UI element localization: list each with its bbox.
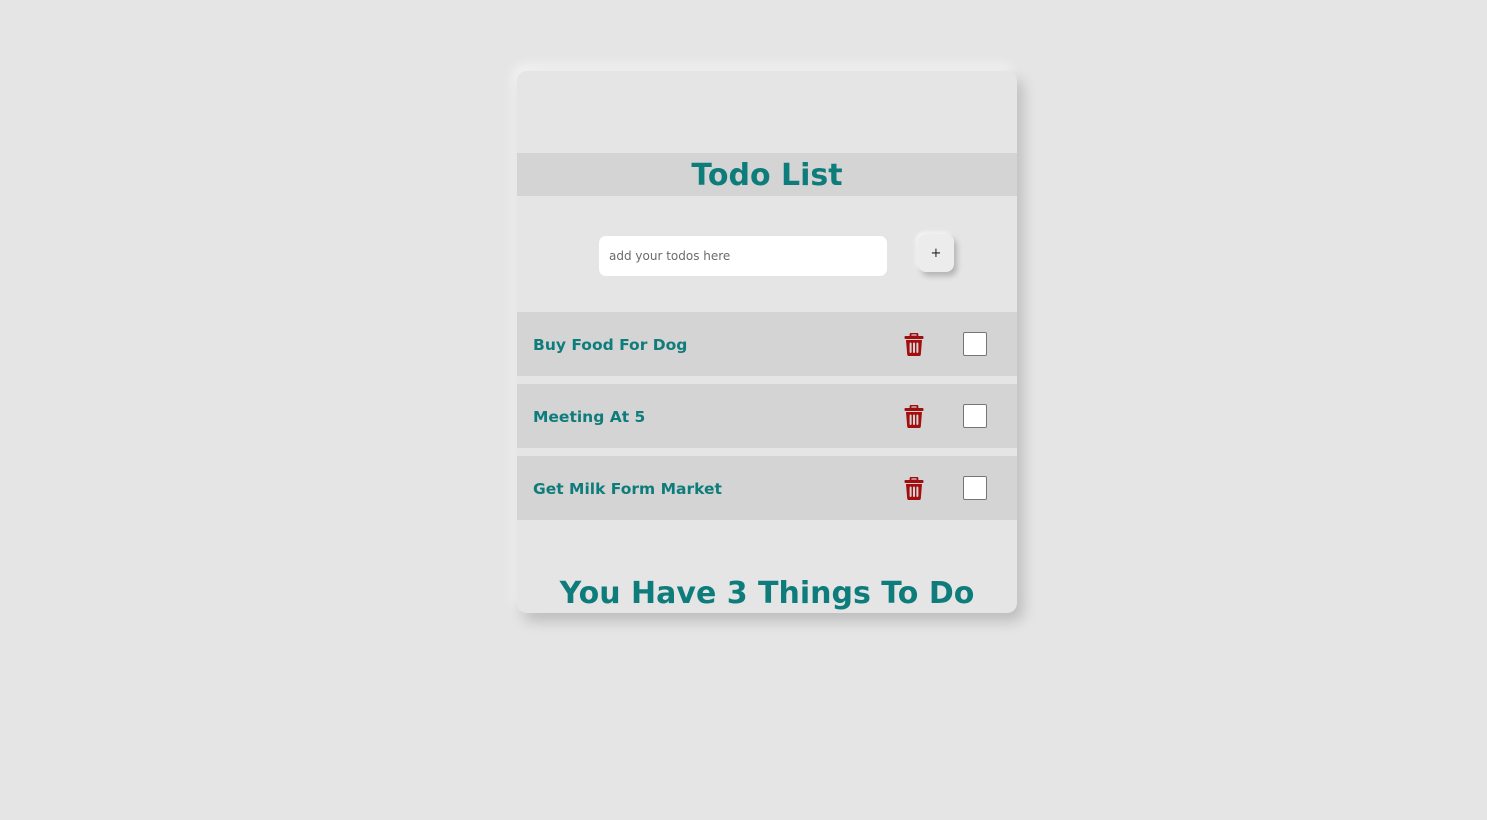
trash-icon[interactable]	[904, 405, 924, 428]
trash-icon[interactable]	[904, 477, 924, 500]
trash-icon[interactable]	[904, 333, 924, 356]
title-bar: Todo List	[517, 153, 1017, 196]
todo-checkbox[interactable]	[963, 404, 987, 428]
add-todo-button[interactable]: +	[918, 234, 954, 272]
todo-card: Todo List + Buy Food For Dog Meeting At …	[517, 71, 1017, 613]
add-todo-form: +	[517, 234, 1017, 276]
page-title: Todo List	[691, 158, 843, 193]
todo-item: Buy Food For Dog	[517, 312, 1017, 376]
todo-text: Buy Food For Dog	[533, 336, 688, 354]
todo-text: Get Milk Form Market	[533, 480, 722, 498]
todo-checkbox[interactable]	[963, 332, 987, 356]
todo-input[interactable]	[599, 236, 887, 276]
todo-checkbox[interactable]	[963, 476, 987, 500]
todo-item: Get Milk Form Market	[517, 456, 1017, 520]
todo-list: Buy Food For Dog Meeting At 5 Get Milk F…	[517, 312, 1017, 528]
todo-item: Meeting At 5	[517, 384, 1017, 448]
todo-count-summary: You Have 3 Things To Do	[559, 576, 975, 611]
todo-text: Meeting At 5	[533, 408, 646, 426]
